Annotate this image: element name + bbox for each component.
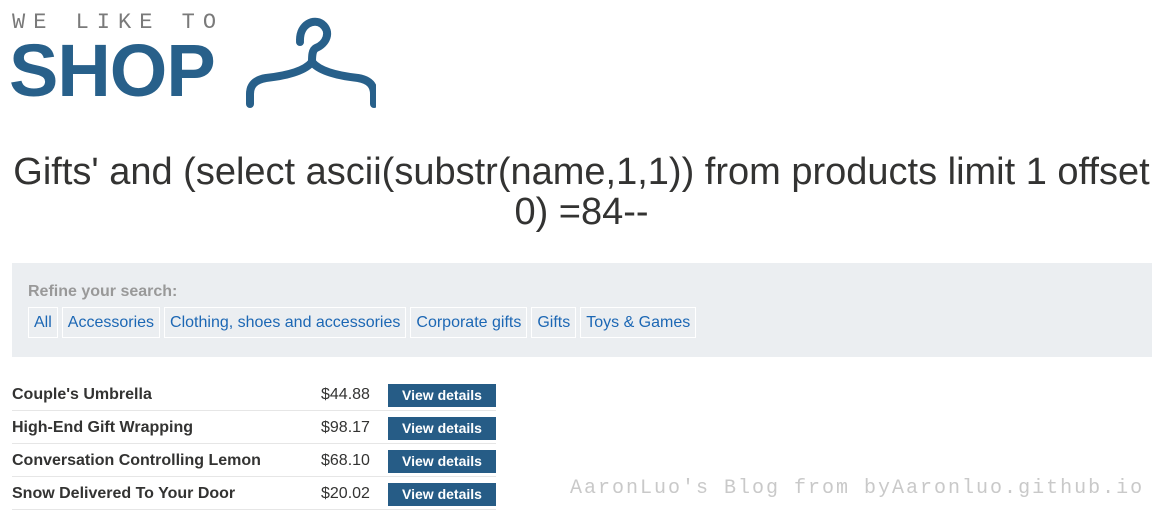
filter-accessories[interactable]: Accessories [61, 307, 161, 338]
page-title: Gifts' and (select ascii(substr(name,1,1… [13, 151, 1150, 233]
product-name: Couple's Umbrella [12, 386, 152, 403]
view-details-button[interactable]: View details [388, 450, 496, 473]
watermark: AaronLuo's Blog from byAaronluo.github.i… [570, 477, 1145, 500]
view-details-button[interactable]: View details [388, 483, 496, 506]
logo-word: SHOP [9, 29, 216, 112]
product-name: High-End Gift Wrapping [12, 419, 194, 436]
table-row: Conversation Controlling Lemon $68.10 Vi… [12, 444, 496, 477]
filter-clothing[interactable]: Clothing, shoes and accessories [164, 307, 407, 338]
product-name: Conversation Controlling Lemon [12, 452, 261, 469]
product-name: Snow Delivered To Your Door [12, 485, 236, 502]
product-table: Couple's Umbrella $44.88 View details Hi… [12, 378, 496, 510]
table-row: Snow Delivered To Your Door $20.02 View … [12, 477, 496, 510]
table-row: High-End Gift Wrapping $98.17 View detai… [12, 411, 496, 444]
view-details-button[interactable]: View details [388, 417, 496, 440]
filter-all[interactable]: All [28, 307, 58, 338]
hanger-icon [246, 17, 376, 108]
table-row: Couple's Umbrella $44.88 View details [12, 378, 496, 411]
filter-panel: Refine your search: All Accessories Clot… [12, 263, 1152, 357]
product-price: $20.02 [321, 485, 370, 502]
site-logo[interactable]: WE LIKE TO SHOP [9, 8, 376, 112]
filter-heading: Refine your search: [28, 283, 178, 300]
product-price: $98.17 [321, 419, 370, 436]
product-price: $68.10 [321, 452, 370, 469]
filter-list: All Accessories Clothing, shoes and acce… [28, 307, 697, 338]
filter-gifts[interactable]: Gifts [531, 307, 577, 338]
filter-toys-games[interactable]: Toys & Games [580, 307, 697, 338]
view-details-button[interactable]: View details [388, 384, 496, 407]
filter-corporate-gifts[interactable]: Corporate gifts [410, 307, 528, 338]
product-price: $44.88 [321, 386, 370, 403]
